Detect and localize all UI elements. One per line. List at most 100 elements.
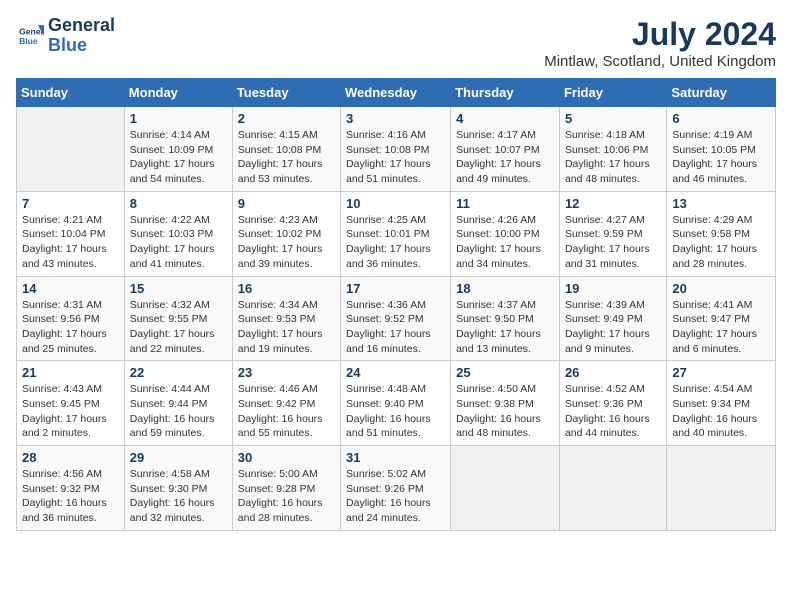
day-number: 4 [456, 111, 554, 126]
calendar-cell: 17 Sunrise: 4:36 AM Sunset: 9:52 PM Dayli… [341, 276, 451, 361]
calendar-cell: 30Sunrise: 5:00 AM Sunset: 9:28 PM Dayli… [232, 446, 340, 531]
day-number: 9 [238, 196, 335, 211]
calendar-cell: 16 Sunrise: 4:34 AM Sunset: 9:53 PM Dayli… [232, 276, 340, 361]
calendar-cell: 20 Sunrise: 4:41 AM Sunset: 9:47 PM Dayli… [667, 276, 776, 361]
day-info: Sunrise: 4:50 AM Sunset: 9:38 PM Dayligh… [456, 382, 554, 441]
calendar-cell [559, 446, 666, 531]
day-info: Sunrise: 4:39 AM Sunset: 9:49 PM Dayligh… [565, 298, 661, 357]
logo: General Blue General Blue [16, 16, 115, 56]
header-saturday: Saturday [667, 79, 776, 107]
day-number: 21 [22, 365, 119, 380]
calendar-cell [667, 446, 776, 531]
calendar-cell: 27Sunrise: 4:54 AM Sunset: 9:34 PM Dayli… [667, 361, 776, 446]
calendar-cell: 21Sunrise: 4:43 AM Sunset: 9:45 PM Dayli… [17, 361, 125, 446]
day-info: Sunrise: 4:23 AM Sunset: 10:02 PM Daylig… [238, 213, 335, 272]
calendar-cell: 18 Sunrise: 4:37 AM Sunset: 9:50 PM Dayli… [451, 276, 560, 361]
day-info: Sunrise: 4:26 AM Sunset: 10:00 PM Daylig… [456, 213, 554, 272]
calendar-cell: 29 Sunrise: 4:58 AM Sunset: 9:30 PM Dayli… [124, 446, 232, 531]
calendar-cell: 11 Sunrise: 4:26 AM Sunset: 10:00 PM Dayl… [451, 191, 560, 276]
header-tuesday: Tuesday [232, 79, 340, 107]
day-info: Sunrise: 4:44 AM Sunset: 9:44 PM Dayligh… [130, 382, 227, 441]
day-number: 14 [22, 281, 119, 296]
calendar-cell [17, 107, 125, 192]
page-header: General Blue General Blue July 2024 Mint… [16, 16, 776, 70]
day-info: Sunrise: 4:41 AM Sunset: 9:47 PM Dayligh… [672, 298, 770, 357]
day-number: 7 [22, 196, 119, 211]
calendar-week-row: 28Sunrise: 4:56 AM Sunset: 9:32 PM Dayli… [17, 446, 776, 531]
day-number: 17 [346, 281, 445, 296]
day-number: 11 [456, 196, 554, 211]
calendar-cell: 31Sunrise: 5:02 AM Sunset: 9:26 PM Dayli… [341, 446, 451, 531]
day-info: Sunrise: 4:58 AM Sunset: 9:30 PM Dayligh… [130, 467, 227, 526]
day-info: Sunrise: 4:32 AM Sunset: 9:55 PM Dayligh… [130, 298, 227, 357]
day-number: 6 [672, 111, 770, 126]
calendar-week-row: 21Sunrise: 4:43 AM Sunset: 9:45 PM Dayli… [17, 361, 776, 446]
day-info: Sunrise: 4:36 AM Sunset: 9:52 PM Dayligh… [346, 298, 445, 357]
day-number: 26 [565, 365, 661, 380]
calendar-cell: 22 Sunrise: 4:44 AM Sunset: 9:44 PM Dayli… [124, 361, 232, 446]
calendar-cell [451, 446, 560, 531]
header-friday: Friday [559, 79, 666, 107]
calendar-cell: 1Sunrise: 4:14 AM Sunset: 10:09 PM Dayli… [124, 107, 232, 192]
day-info: Sunrise: 4:52 AM Sunset: 9:36 PM Dayligh… [565, 382, 661, 441]
day-number: 19 [565, 281, 661, 296]
calendar-cell: 23 Sunrise: 4:46 AM Sunset: 9:42 PM Dayli… [232, 361, 340, 446]
logo-icon: General Blue [16, 22, 44, 50]
location-title: Mintlaw, Scotland, United Kingdom [544, 53, 776, 70]
calendar-cell: 4 Sunrise: 4:17 AM Sunset: 10:07 PM Dayli… [451, 107, 560, 192]
header-sunday: Sunday [17, 79, 125, 107]
day-info: Sunrise: 4:18 AM Sunset: 10:06 PM Daylig… [565, 128, 661, 187]
calendar-cell: 26 Sunrise: 4:52 AM Sunset: 9:36 PM Dayli… [559, 361, 666, 446]
month-title: July 2024 [544, 16, 776, 53]
calendar-cell: 8 Sunrise: 4:22 AM Sunset: 10:03 PM Dayli… [124, 191, 232, 276]
day-number: 8 [130, 196, 227, 211]
svg-text:Blue: Blue [19, 36, 38, 46]
day-number: 15 [130, 281, 227, 296]
day-info: Sunrise: 4:15 AM Sunset: 10:08 PM Daylig… [238, 128, 335, 187]
day-number: 27 [672, 365, 770, 380]
day-info: Sunrise: 5:00 AM Sunset: 9:28 PM Dayligh… [238, 467, 335, 526]
calendar-cell: 13 Sunrise: 4:29 AM Sunset: 9:58 PM Dayli… [667, 191, 776, 276]
day-number: 18 [456, 281, 554, 296]
day-info: Sunrise: 4:48 AM Sunset: 9:40 PM Dayligh… [346, 382, 445, 441]
calendar-cell: 7 Sunrise: 4:21 AM Sunset: 10:04 PM Dayli… [17, 191, 125, 276]
calendar-cell: 5 Sunrise: 4:18 AM Sunset: 10:06 PM Dayli… [559, 107, 666, 192]
day-number: 5 [565, 111, 661, 126]
calendar-cell: 3Sunrise: 4:16 AM Sunset: 10:08 PM Dayli… [341, 107, 451, 192]
calendar-week-row: 1Sunrise: 4:14 AM Sunset: 10:09 PM Dayli… [17, 107, 776, 192]
day-info: Sunrise: 4:19 AM Sunset: 10:05 PM Daylig… [672, 128, 770, 187]
day-number: 12 [565, 196, 661, 211]
day-info: Sunrise: 4:37 AM Sunset: 9:50 PM Dayligh… [456, 298, 554, 357]
day-number: 16 [238, 281, 335, 296]
day-number: 28 [22, 450, 119, 465]
day-info: Sunrise: 4:46 AM Sunset: 9:42 PM Dayligh… [238, 382, 335, 441]
day-info: Sunrise: 4:22 AM Sunset: 10:03 PM Daylig… [130, 213, 227, 272]
day-number: 20 [672, 281, 770, 296]
day-number: 22 [130, 365, 227, 380]
calendar-header-row: SundayMondayTuesdayWednesdayThursdayFrid… [17, 79, 776, 107]
day-info: Sunrise: 4:25 AM Sunset: 10:01 PM Daylig… [346, 213, 445, 272]
calendar-week-row: 7 Sunrise: 4:21 AM Sunset: 10:04 PM Dayli… [17, 191, 776, 276]
calendar-cell: 24 Sunrise: 4:48 AM Sunset: 9:40 PM Dayli… [341, 361, 451, 446]
calendar-cell: 15 Sunrise: 4:32 AM Sunset: 9:55 PM Dayli… [124, 276, 232, 361]
day-info: Sunrise: 4:34 AM Sunset: 9:53 PM Dayligh… [238, 298, 335, 357]
day-info: Sunrise: 4:31 AM Sunset: 9:56 PM Dayligh… [22, 298, 119, 357]
calendar-cell: 6 Sunrise: 4:19 AM Sunset: 10:05 PM Dayli… [667, 107, 776, 192]
header-wednesday: Wednesday [341, 79, 451, 107]
calendar-cell: 12Sunrise: 4:27 AM Sunset: 9:59 PM Dayli… [559, 191, 666, 276]
day-number: 1 [130, 111, 227, 126]
logo-text-general: General [48, 16, 115, 36]
day-info: Sunrise: 4:16 AM Sunset: 10:08 PM Daylig… [346, 128, 445, 187]
day-number: 24 [346, 365, 445, 380]
day-info: Sunrise: 4:29 AM Sunset: 9:58 PM Dayligh… [672, 213, 770, 272]
title-block: July 2024 Mintlaw, Scotland, United King… [544, 16, 776, 70]
day-number: 13 [672, 196, 770, 211]
calendar-week-row: 14 Sunrise: 4:31 AM Sunset: 9:56 PM Dayli… [17, 276, 776, 361]
day-number: 23 [238, 365, 335, 380]
day-number: 29 [130, 450, 227, 465]
day-info: Sunrise: 4:21 AM Sunset: 10:04 PM Daylig… [22, 213, 119, 272]
day-info: Sunrise: 4:17 AM Sunset: 10:07 PM Daylig… [456, 128, 554, 187]
header-monday: Monday [124, 79, 232, 107]
day-number: 2 [238, 111, 335, 126]
day-number: 25 [456, 365, 554, 380]
